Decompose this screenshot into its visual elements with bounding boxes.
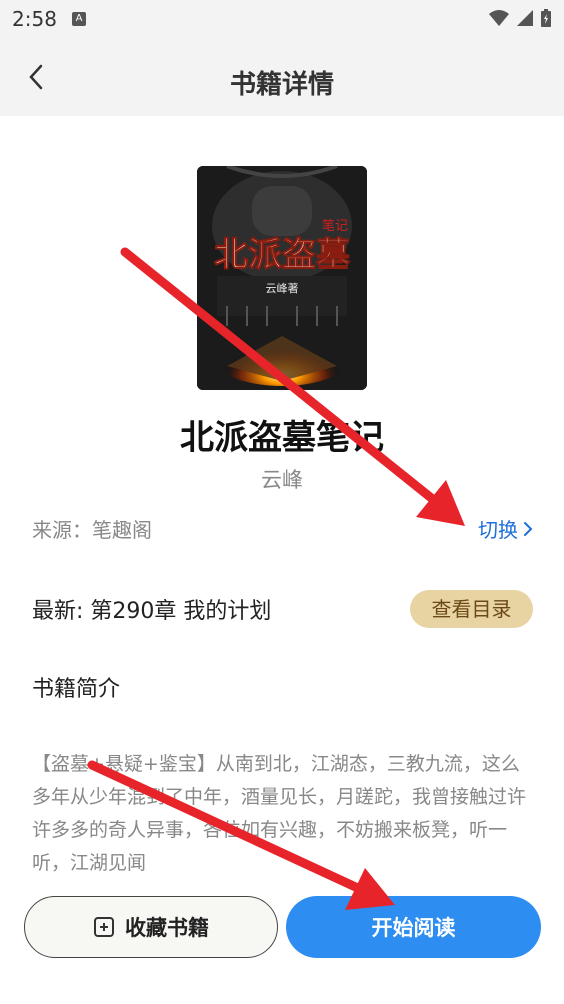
switch-source-button[interactable]: 切换 [478, 514, 534, 543]
app-bar: 书籍详情 [0, 38, 564, 116]
book-cover: 北派盗墓 笔记 云峰著 [197, 166, 367, 390]
status-bar: 2:58 A [0, 0, 564, 38]
source-label: 来源：笔趣阁 [32, 518, 152, 542]
battery-icon [541, 9, 551, 27]
signal-icon [517, 10, 533, 26]
switch-label: 切换 [478, 518, 518, 542]
status-time: 2:58 [12, 7, 57, 31]
collect-label: 收藏书籍 [125, 916, 209, 940]
book-title: 北派盗墓笔记 [180, 418, 384, 458]
intro-heading: 书籍简介 [32, 677, 121, 702]
cover-author-text: 云峰著 [266, 281, 299, 295]
view-toc-button[interactable]: 查看目录 [410, 590, 533, 628]
book-author: 云峰 [261, 468, 303, 492]
status-icons [488, 8, 552, 28]
cover-tag-text: 笔记 [322, 218, 348, 234]
intro-text: 【盗墓+悬疑+鉴宝】从南到北，江湖态，三教九流，这么多年从少年混到了中年，酒量见… [32, 753, 527, 874]
page-title: 书籍详情 [229, 70, 334, 100]
cover-title-text: 北派盗墓 [214, 235, 351, 275]
collect-book-button[interactable]: 收藏书籍 [24, 896, 278, 958]
add-bookmark-icon [94, 917, 114, 937]
wifi-icon [489, 10, 509, 26]
latest-chapter[interactable]: 最新: 第290章 我的计划 [32, 593, 271, 625]
chevron-right-icon [524, 521, 533, 536]
start-reading-button[interactable]: 开始阅读 [286, 896, 541, 958]
notification-a-icon: A [72, 12, 86, 26]
